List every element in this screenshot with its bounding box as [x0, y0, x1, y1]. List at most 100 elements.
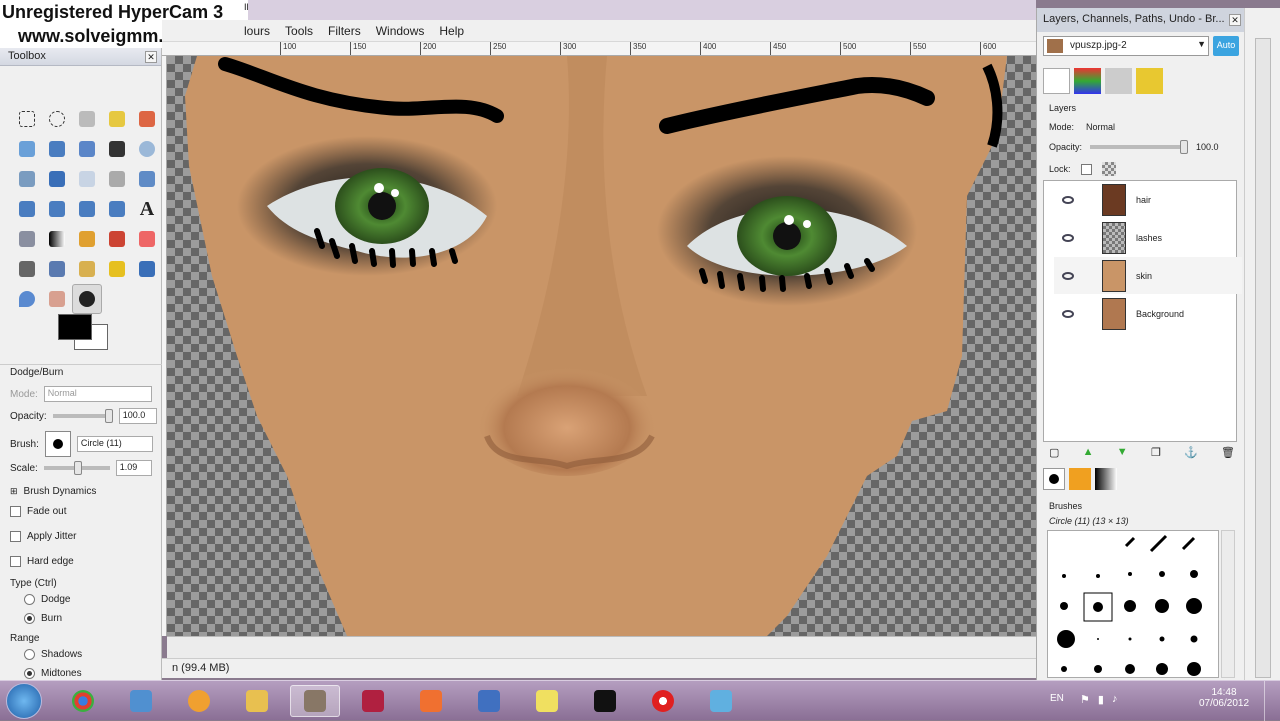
- taskbar-app[interactable]: [464, 685, 514, 717]
- tab-undo[interactable]: [1136, 68, 1163, 94]
- new-layer-icon[interactable]: ▢: [1049, 446, 1059, 460]
- crop-tool[interactable]: [102, 164, 132, 194]
- fade-row[interactable]: Fade out: [10, 506, 66, 517]
- mode-select[interactable]: Normal: [43, 386, 152, 402]
- eraser-tool[interactable]: [132, 224, 162, 254]
- taskbar-notes[interactable]: [522, 685, 572, 717]
- taskbar-app[interactable]: [116, 685, 166, 717]
- tab-layers[interactable]: [1043, 68, 1071, 94]
- foreground-select-tool[interactable]: [42, 134, 72, 164]
- flip-tool[interactable]: [102, 194, 132, 224]
- duplicate-layer-icon[interactable]: ❐: [1151, 446, 1161, 460]
- layer-row[interactable]: hair: [1054, 181, 1242, 218]
- measure-tool[interactable]: [12, 164, 42, 194]
- taskbar-explorer[interactable]: [232, 685, 282, 717]
- speaker-icon[interactable]: ♪: [1112, 693, 1118, 706]
- opacity-input[interactable]: 100.0: [118, 408, 157, 424]
- hard-edge-checkbox[interactable]: [10, 556, 21, 567]
- menu-tools[interactable]: Tools: [285, 24, 313, 38]
- tab-patterns[interactable]: [1069, 468, 1091, 490]
- opacity-slider[interactable]: [52, 409, 113, 423]
- taskbar-imvu[interactable]: [580, 685, 630, 717]
- text-tool[interactable]: A: [132, 194, 162, 224]
- fuzzy-select-tool[interactable]: [102, 104, 132, 134]
- image-canvas[interactable]: [167, 56, 1036, 636]
- layer-opacity-value[interactable]: 100.0: [1196, 142, 1219, 152]
- flag-icon[interactable]: ⚑: [1080, 693, 1090, 706]
- shadows-option[interactable]: Shadows: [24, 649, 82, 660]
- tab-channels[interactable]: [1074, 68, 1102, 94]
- lock-pixels-checkbox[interactable]: [1080, 163, 1092, 175]
- midtones-radio[interactable]: [24, 668, 35, 679]
- perspective-clone-tool[interactable]: [132, 254, 162, 284]
- heal-tool[interactable]: [102, 254, 132, 284]
- taskbar-messenger[interactable]: [174, 685, 224, 717]
- clone-tool[interactable]: [72, 254, 102, 284]
- brush-grid[interactable]: [1047, 530, 1219, 678]
- delete-layer-icon[interactable]: 🗑: [1221, 446, 1235, 460]
- paths-tool[interactable]: [72, 134, 102, 164]
- smudge-tool[interactable]: [42, 284, 72, 314]
- shear-tool[interactable]: [42, 194, 72, 224]
- dodge-option[interactable]: Dodge: [24, 594, 70, 605]
- color-swatches[interactable]: [58, 314, 110, 354]
- free-select-tool[interactable]: [72, 104, 102, 134]
- perspective-tool[interactable]: [72, 194, 102, 224]
- taskbar-app[interactable]: [696, 685, 746, 717]
- language-indicator[interactable]: EN: [1050, 693, 1064, 704]
- foreground-color-swatch[interactable]: [58, 314, 92, 340]
- taskbar-media-player[interactable]: [406, 685, 456, 717]
- lock-alpha-icon[interactable]: [1101, 162, 1116, 176]
- tab-gradients[interactable]: [1095, 468, 1117, 490]
- layer-row[interactable]: Background: [1054, 295, 1242, 332]
- layer-row[interactable]: skin: [1054, 257, 1242, 294]
- clock[interactable]: 14:48 07/06/2012: [1194, 687, 1254, 709]
- blur-tool[interactable]: [12, 284, 42, 314]
- color-select-tool[interactable]: [132, 104, 162, 134]
- start-button[interactable]: [6, 683, 42, 719]
- rotate-tool[interactable]: [132, 164, 162, 194]
- tab-paths[interactable]: [1105, 68, 1133, 94]
- tab-brushes[interactable]: [1043, 468, 1065, 490]
- layer-opacity-slider[interactable]: [1090, 140, 1189, 154]
- dodge-burn-tool[interactable]: [72, 284, 102, 314]
- brush-dynamics-row[interactable]: ⊞ Brush Dynamics: [10, 486, 96, 497]
- chevron-down-icon[interactable]: ▼: [1197, 39, 1206, 49]
- window-scrollbar[interactable]: [1244, 8, 1280, 680]
- layer-row[interactable]: lashes: [1054, 219, 1242, 256]
- auto-button[interactable]: Auto: [1213, 36, 1239, 56]
- taskbar-gimp[interactable]: [290, 685, 340, 717]
- scale-tool[interactable]: [12, 194, 42, 224]
- bucket-fill-tool[interactable]: [12, 224, 42, 254]
- scissors-tool[interactable]: [12, 134, 42, 164]
- horizontal-scrollbar[interactable]: [167, 636, 1036, 658]
- network-icon[interactable]: ▮: [1098, 693, 1104, 706]
- anchor-icon[interactable]: ⚓: [1184, 446, 1198, 460]
- visibility-eye-icon[interactable]: [1062, 233, 1074, 242]
- taskbar-app[interactable]: [348, 685, 398, 717]
- zoom-tool[interactable]: [132, 134, 162, 164]
- scrollbar-track[interactable]: [1255, 38, 1271, 678]
- close-icon[interactable]: ✕: [145, 51, 157, 63]
- menu-colours[interactable]: lours: [244, 24, 270, 38]
- lower-layer-icon[interactable]: ▼: [1117, 446, 1128, 460]
- pencil-tool[interactable]: [72, 224, 102, 254]
- taskbar-recorder[interactable]: [638, 685, 688, 717]
- burn-radio[interactable]: [24, 613, 35, 624]
- burn-option[interactable]: Burn: [24, 613, 62, 624]
- color-picker-tool[interactable]: [102, 134, 132, 164]
- visibility-eye-icon[interactable]: [1062, 195, 1074, 204]
- brush-scrollbar[interactable]: [1221, 530, 1235, 678]
- visibility-eye-icon[interactable]: [1062, 309, 1074, 318]
- close-icon[interactable]: ✕: [1229, 14, 1241, 26]
- fade-checkbox[interactable]: [10, 506, 21, 517]
- layer-mode-value[interactable]: Normal: [1086, 122, 1115, 132]
- menu-filters[interactable]: Filters: [328, 24, 361, 38]
- visibility-eye-icon[interactable]: [1062, 271, 1074, 280]
- taskbar-chrome[interactable]: [58, 685, 108, 717]
- align-tool[interactable]: [72, 164, 102, 194]
- show-desktop-button[interactable]: [1264, 681, 1280, 721]
- paintbrush-tool[interactable]: [102, 224, 132, 254]
- expander-icon[interactable]: ⊞: [10, 486, 18, 497]
- blend-tool[interactable]: [42, 224, 72, 254]
